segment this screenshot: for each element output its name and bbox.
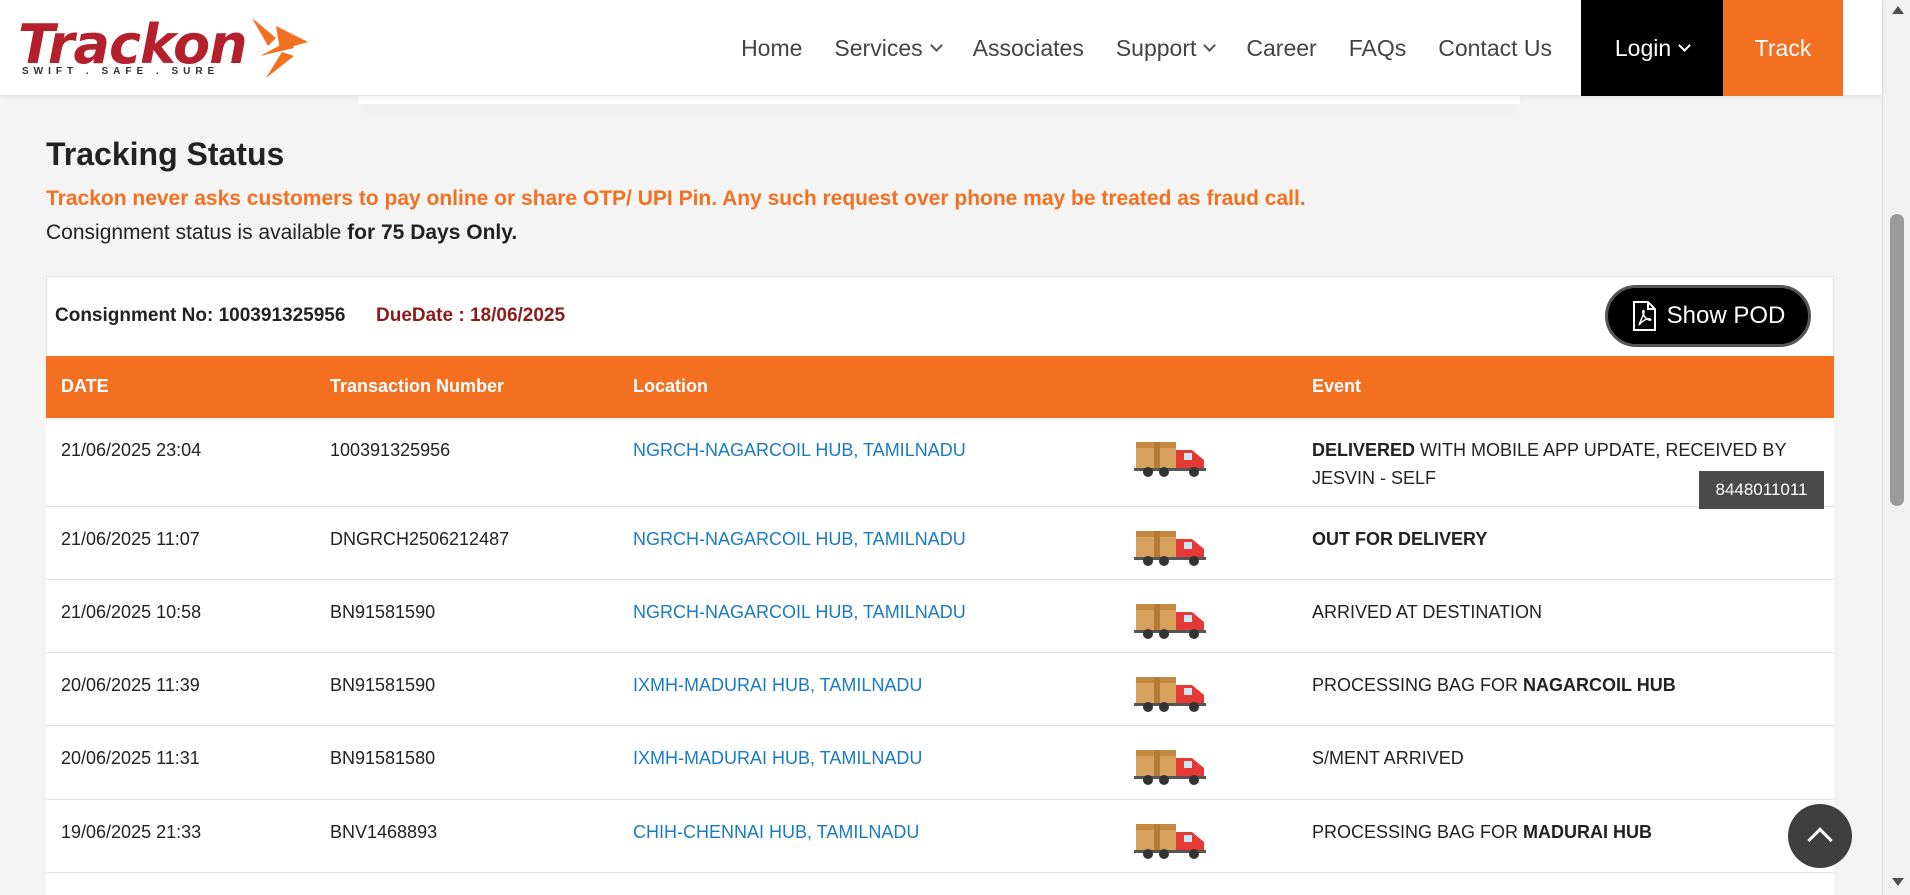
- row-date: 19/06/2025 21:33: [61, 822, 202, 842]
- page-title: Tracking Status: [46, 136, 285, 172]
- pdf-file-icon: [1632, 301, 1656, 331]
- consignment-number: Consignment No: 100391325956: [55, 305, 345, 327]
- row-transaction: DNGRCH2506212487: [330, 529, 510, 549]
- row-location-link[interactable]: CHIH-CHENNAI HUB, TAMILNADU: [633, 818, 919, 846]
- delivery-truck-icon: [1134, 824, 1206, 859]
- event-detail: ARRIVED AT DESTINATION: [1312, 602, 1543, 622]
- row-transaction: BN91581590: [330, 602, 436, 622]
- table-header: DATE Transaction Number Location Event: [46, 356, 1834, 418]
- consignment-card: Consignment No: 100391325956 DueDate : 1…: [46, 276, 1834, 356]
- consignment-label: Consignment No:: [55, 305, 214, 326]
- header-location: Location: [633, 376, 708, 396]
- table-row: 19/06/2025 21:33 BNV1468893 CHIH-CHENNAI…: [46, 800, 1834, 873]
- event-destination: NAGARCOIL HUB: [1523, 675, 1676, 695]
- row-location-link[interactable]: IXMH-MADURAI HUB, TAMILNADU: [633, 744, 922, 772]
- row-date: 20/06/2025 11:39: [61, 675, 200, 695]
- logo-arrow-icon: [252, 18, 308, 78]
- event-detail: PROCESSING BAG FOR: [1312, 675, 1524, 695]
- availability-note: Consignment status is available for 75 D…: [46, 221, 517, 245]
- nav-support-label: Support: [1115, 34, 1197, 61]
- header-event: Event: [1312, 376, 1362, 396]
- row-transaction: BN91581580: [330, 748, 436, 768]
- nav-contact-us[interactable]: Contact Us: [1438, 35, 1552, 62]
- row-date: 21/06/2025 10:58: [61, 602, 202, 622]
- row-transaction: 100391325956: [330, 440, 451, 460]
- event-detail: S/MENT ARRIVED: [1312, 748, 1464, 768]
- availability-days: for 75 Days Only.: [347, 221, 518, 244]
- chevron-down-icon: [1678, 39, 1692, 52]
- table-row: 21/06/2025 10:58 BN91581590 NGRCH-NAGARC…: [46, 580, 1834, 653]
- page-scrollbar[interactable]: [1882, 0, 1910, 895]
- table-row: 21/06/2025 23:04 100391325956 NGRCH-NAGA…: [46, 418, 1834, 507]
- tracking-table: DATE Transaction Number Location Event 2…: [46, 356, 1834, 895]
- header-transaction: Transaction Number: [330, 376, 505, 396]
- event-destination: MADURAI HUB: [1523, 822, 1653, 842]
- nav-services[interactable]: Services: [834, 34, 943, 62]
- nav-career[interactable]: Career: [1246, 35, 1316, 62]
- nav-associates-label: Associates: [972, 34, 1084, 61]
- table-row: 21/06/2025 11:07 DNGRCH2506212487 NGRCH-…: [46, 507, 1834, 580]
- row-date: 20/06/2025 11:31: [61, 748, 200, 768]
- track-label: Track: [1754, 34, 1812, 61]
- due-date-label: DueDate :: [376, 305, 465, 326]
- header-date: DATE: [61, 376, 109, 396]
- delivery-truck-icon: [1134, 750, 1206, 785]
- delivery-truck-icon: [1134, 531, 1206, 566]
- site-header: Trackon SWIFT . SAFE . SURE Home Service…: [0, 0, 1882, 96]
- row-event: PROCESSING BAG FOR MADURAI HUB: [1312, 818, 1652, 846]
- row-event: OUT FOR DELIVERY: [1312, 525, 1487, 553]
- chevron-down-icon: [1203, 39, 1217, 52]
- row-transaction: BN91581590: [330, 675, 436, 695]
- fraud-warning: Trackon never asks customers to pay onli…: [46, 187, 1306, 210]
- nav-services-label: Services: [834, 34, 923, 61]
- row-date: 21/06/2025 23:04: [61, 440, 202, 460]
- track-button[interactable]: Track: [1723, 0, 1843, 96]
- show-pod-label: Show POD: [1666, 302, 1786, 329]
- row-location-link[interactable]: NGRCH-NAGARCOIL HUB, TAMILNADU: [633, 436, 966, 464]
- chevron-up-icon: [1807, 827, 1833, 853]
- scroll-thumb[interactable]: [1890, 214, 1904, 506]
- nav-support[interactable]: Support: [1115, 34, 1217, 62]
- event-detail: PROCESSING BAG FOR: [1312, 822, 1524, 842]
- consignment-value: 100391325956: [218, 305, 346, 326]
- row-event: S/MENT ARRIVED: [1312, 744, 1464, 772]
- delivery-truck-icon: [1134, 604, 1206, 639]
- logo-tagline: SWIFT . SAFE . SURE: [22, 66, 220, 77]
- row-event: ARRIVED AT DESTINATION: [1312, 598, 1542, 626]
- login-button[interactable]: Login: [1581, 0, 1723, 96]
- delivery-truck-icon: [1134, 677, 1206, 712]
- event-status: DELIVERED: [1312, 440, 1416, 460]
- phone-tooltip: 8448011011: [1699, 471, 1824, 509]
- due-date-value: 18/06/2025: [469, 305, 566, 326]
- event-status: OUT FOR DELIVERY: [1312, 529, 1488, 549]
- nav-career-label: Career: [1246, 34, 1317, 61]
- row-location-link[interactable]: NGRCH-NAGARCOIL HUB, TAMILNADU: [633, 525, 966, 553]
- nav-home[interactable]: Home: [741, 35, 802, 62]
- nav-home-label: Home: [741, 34, 803, 61]
- header-subbar: [358, 96, 1520, 104]
- table-row-partial: [46, 873, 1834, 895]
- row-transaction: BNV1468893: [330, 822, 438, 842]
- table-row: 20/06/2025 11:31 BN91581580 IXMH-MADURAI…: [46, 726, 1834, 800]
- row-location-link[interactable]: IXMH-MADURAI HUB, TAMILNADU: [633, 671, 922, 699]
- row-location-link[interactable]: NGRCH-NAGARCOIL HUB, TAMILNADU: [633, 598, 966, 626]
- chevron-down-icon: [929, 39, 943, 52]
- nav-faqs[interactable]: FAQs: [1349, 35, 1407, 62]
- main-nav: Home Services Associates Support Career …: [709, 0, 1552, 96]
- delivery-truck-icon: [1134, 442, 1206, 477]
- login-label: Login: [1614, 34, 1672, 61]
- trackon-logo[interactable]: Trackon SWIFT . SAFE . SURE: [18, 14, 318, 84]
- row-date: 21/06/2025 11:07: [61, 529, 200, 549]
- nav-faqs-label: FAQs: [1348, 34, 1407, 61]
- availability-prefix: Consignment status is available: [46, 221, 348, 244]
- due-date: DueDate : 18/06/2025: [376, 305, 565, 327]
- scroll-up-arrow-icon[interactable]: [1892, 6, 1904, 14]
- nav-contact-label: Contact Us: [1438, 34, 1552, 61]
- scroll-down-arrow-icon[interactable]: [1892, 878, 1904, 886]
- row-event: PROCESSING BAG FOR NAGARCOIL HUB: [1312, 671, 1676, 699]
- show-pod-button[interactable]: Show POD: [1605, 285, 1811, 347]
- nav-associates[interactable]: Associates: [973, 35, 1084, 62]
- table-row: 20/06/2025 11:39 BN91581590 IXMH-MADURAI…: [46, 653, 1834, 726]
- scroll-to-top-button[interactable]: [1788, 804, 1852, 868]
